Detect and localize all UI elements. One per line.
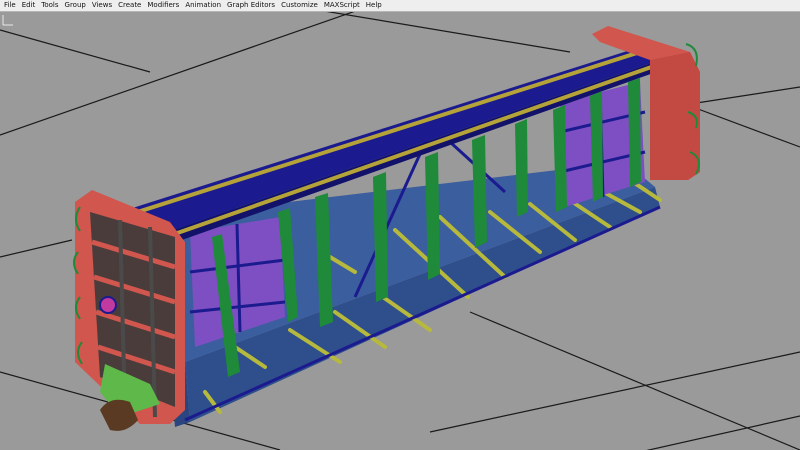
perspective-viewport[interactable] bbox=[0, 12, 800, 450]
grid-line bbox=[689, 86, 800, 105]
menu-customize[interactable]: Customize bbox=[278, 0, 321, 11]
grid-line bbox=[0, 12, 355, 136]
menu-create[interactable]: Create bbox=[115, 0, 144, 11]
menu-maxscript[interactable]: MAXScript bbox=[321, 0, 363, 11]
menu-tools[interactable]: Tools bbox=[38, 0, 61, 11]
menu-views[interactable]: Views bbox=[89, 0, 115, 11]
menu-animation[interactable]: Animation bbox=[182, 0, 224, 11]
grid-line bbox=[326, 12, 571, 53]
grid-line bbox=[646, 415, 800, 450]
menu-file[interactable]: File bbox=[0, 0, 19, 11]
menu-group[interactable]: Group bbox=[62, 0, 89, 11]
grid-line bbox=[0, 239, 73, 258]
side-stake bbox=[628, 78, 641, 187]
end-wall-face bbox=[650, 52, 700, 180]
menu-graph-editors[interactable]: Graph Editors bbox=[224, 0, 278, 11]
axis-tripod-icon bbox=[2, 15, 13, 26]
menu-edit[interactable]: Edit bbox=[19, 0, 39, 11]
brake-wheel bbox=[99, 296, 117, 314]
grid-line bbox=[429, 351, 800, 433]
side-stake bbox=[515, 119, 528, 217]
menu-bar: File Edit Tools Group Views Create Modif… bbox=[0, 0, 800, 12]
grid-line bbox=[469, 311, 800, 450]
grid-line bbox=[0, 29, 151, 73]
end-wall-near bbox=[73, 190, 185, 431]
grid-line bbox=[689, 105, 800, 148]
menu-help[interactable]: Help bbox=[363, 0, 385, 11]
scene-canvas bbox=[0, 12, 800, 450]
menu-modifiers[interactable]: Modifiers bbox=[144, 0, 182, 11]
